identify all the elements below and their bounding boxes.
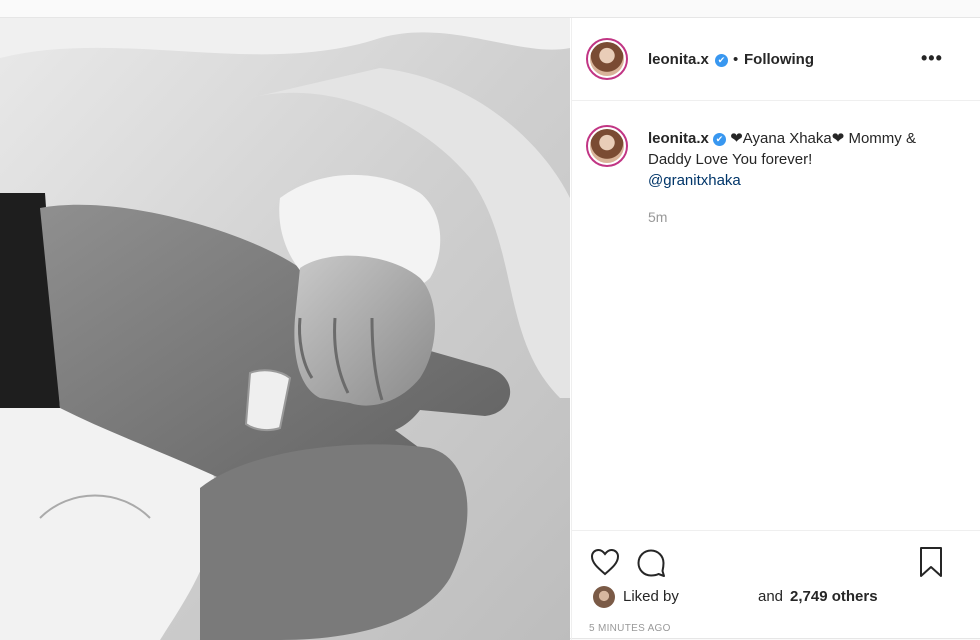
verified-badge-icon: ✔ [713,133,727,146]
likes-prefix: and [758,588,784,605]
heart-icon[interactable] [590,548,620,576]
baby-hand-photo [0,18,570,640]
post-photo[interactable] [0,18,570,640]
comment-author-avatar[interactable] [586,125,628,167]
author-avatar[interactable] [586,38,628,80]
comment-timestamp[interactable]: 5m [648,209,667,225]
comment-bubble-icon[interactable] [636,548,666,578]
post-time-ago[interactable]: 5 MINUTES AGO [589,623,671,634]
bookmark-icon[interactable] [918,546,944,578]
likes-count-link[interactable]: 2,749 others [790,588,878,605]
caption-comment: leonita.x ✔ ❤Ayana Xhaka❤ Mommy & Daddy … [648,128,958,191]
liker-avatar[interactable] [593,586,615,608]
more-options-icon[interactable]: ••• [921,48,943,69]
avatar-image [590,129,624,163]
post-sidebar: leonita.x ✔ • Following ••• leonita.x ✔ … [571,18,980,640]
caption-username[interactable]: leonita.x [648,130,709,147]
avatar-image [590,42,624,76]
verified-badge-icon: ✔ [715,54,728,67]
following-button[interactable]: Following [744,51,814,68]
liked-by-label: Liked by [623,588,679,605]
separator-dot: • [733,51,739,68]
likes-count: 2,749 others [790,588,878,605]
post-header: leonita.x ✔ • Following ••• [572,18,980,101]
author-username[interactable]: leonita.x [648,51,709,68]
caption-mention-link[interactable]: @granitxhaka [648,172,741,189]
post-card: leonita.x ✔ • Following ••• leonita.x ✔ … [0,17,980,640]
post-actions: Liked by and 2,749 others 5 MINUTES AGO [572,530,980,640]
